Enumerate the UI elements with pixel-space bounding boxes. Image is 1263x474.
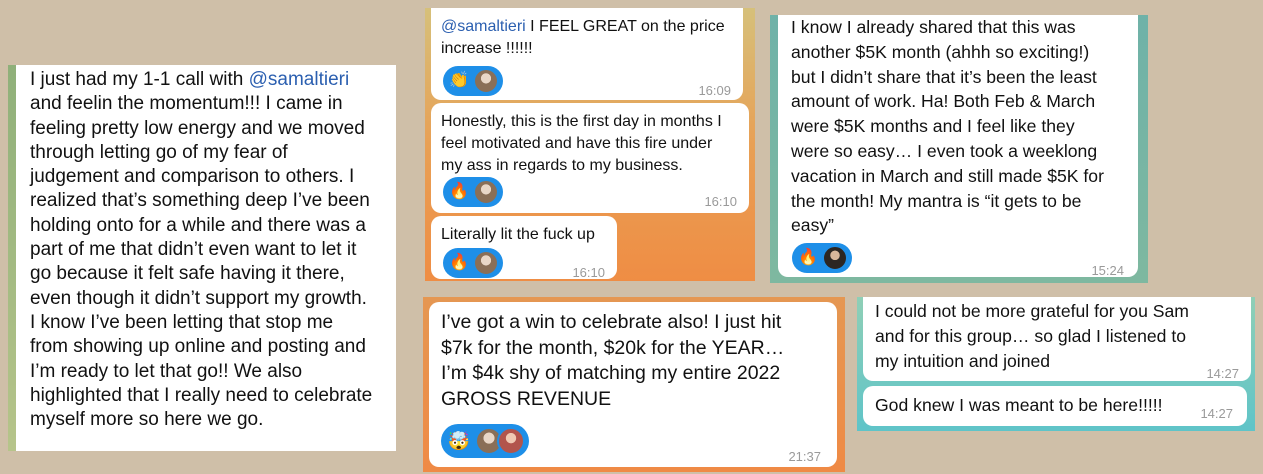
reaction-pill[interactable]: 🔥 bbox=[443, 177, 503, 207]
screenshot-card-3: I know I already shared that this was an… bbox=[770, 15, 1148, 283]
timestamp: 14:27 bbox=[1200, 406, 1233, 421]
message-text: Literally lit the fuck up bbox=[441, 226, 595, 243]
message-bubble[interactable]: I’ve got a win to celebrate also! I just… bbox=[429, 302, 837, 467]
message-bubble[interactable]: Honestly, this is the first day in month… bbox=[431, 103, 749, 213]
message-text: I know I already shared that this was an… bbox=[791, 17, 1104, 236]
screenshot-card-2: @samaltieri I FEEL GREAT on the price in… bbox=[425, 8, 755, 281]
message-text: God knew I was meant to be here!!!!! bbox=[875, 395, 1163, 415]
reaction-pill[interactable]: 🔥 bbox=[792, 243, 852, 273]
timestamp: 15:24 bbox=[1091, 263, 1124, 278]
timestamp: 16:10 bbox=[572, 265, 605, 280]
message-bubble[interactable]: I just had my 1-1 call with @samaltieri … bbox=[16, 65, 396, 451]
message-bubble[interactable]: I know I already shared that this was an… bbox=[778, 15, 1138, 278]
screenshot-card-1: I just had my 1-1 call with @samaltieri … bbox=[8, 65, 396, 451]
message-text: I could not be more grateful for you Sam… bbox=[875, 301, 1189, 371]
fire-icon: 🔥 bbox=[449, 183, 469, 200]
message-text: @samaltieri I FEEL GREAT on the price in… bbox=[441, 18, 725, 57]
mention-link[interactable]: @samaltieri bbox=[441, 18, 526, 35]
screenshot-card-5: I could not be more grateful for you Sam… bbox=[857, 297, 1255, 431]
avatar bbox=[822, 245, 848, 271]
exploding-head-icon: 🤯 bbox=[447, 431, 471, 451]
reaction-pill[interactable]: 👏 bbox=[443, 66, 503, 96]
message-bubble[interactable]: @samaltieri I FEEL GREAT on the price in… bbox=[431, 8, 743, 100]
avatar bbox=[473, 179, 499, 205]
mention-link[interactable]: @samaltieri bbox=[249, 69, 350, 90]
message-text: Honestly, this is the first day in month… bbox=[441, 113, 722, 174]
fire-icon: 🔥 bbox=[798, 249, 818, 266]
message-text: and feelin the momentum!!! I came in fee… bbox=[30, 93, 373, 431]
message-first-line: I just had my 1-1 call with @samaltieri bbox=[30, 69, 350, 90]
avatar bbox=[497, 427, 525, 455]
message-bubble[interactable]: Literally lit the fuck up 🔥 16:10 bbox=[431, 216, 617, 280]
avatar bbox=[473, 250, 499, 276]
timestamp: 21:37 bbox=[788, 449, 821, 464]
fire-icon: 🔥 bbox=[449, 254, 469, 271]
clapping-hands-icon: 👏 bbox=[449, 72, 469, 89]
timestamp: 16:10 bbox=[704, 194, 737, 209]
reaction-pill[interactable]: 🔥 bbox=[443, 248, 503, 278]
message-bubble[interactable]: I could not be more grateful for you Sam… bbox=[863, 297, 1251, 381]
timestamp: 16:09 bbox=[698, 83, 731, 98]
avatar bbox=[473, 68, 499, 94]
screenshot-card-4: I’ve got a win to celebrate also! I just… bbox=[423, 297, 845, 472]
reaction-pill[interactable]: 🤯 bbox=[441, 424, 529, 458]
timestamp: 14:27 bbox=[1206, 366, 1239, 381]
message-bubble[interactable]: God knew I was meant to be here!!!!! 14:… bbox=[863, 386, 1247, 426]
message-text: I’ve got a win to celebrate also! I just… bbox=[441, 311, 785, 410]
